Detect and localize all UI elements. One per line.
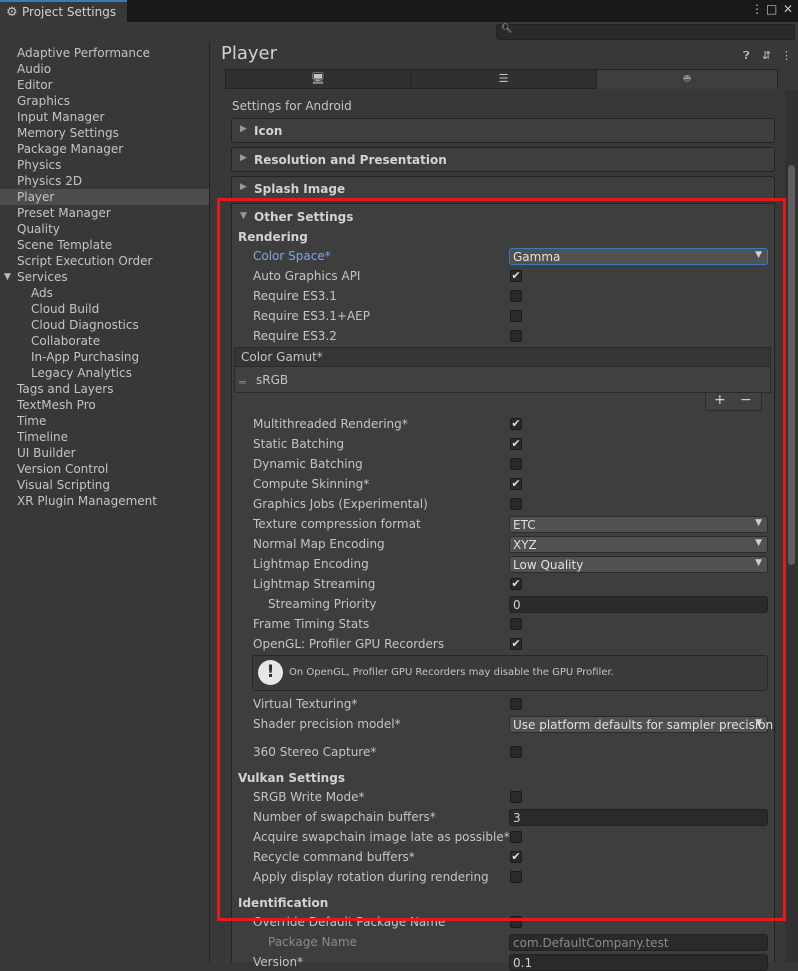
sidebar-item-cloud-build[interactable]: Cloud Build — [0, 301, 209, 317]
sidebar-item-graphics[interactable]: Graphics — [0, 93, 209, 109]
vertical-scrollbar[interactable] — [785, 90, 798, 962]
sidebar-item-label: Script Execution Order — [17, 254, 153, 268]
section-label: Resolution and Presentation — [254, 153, 447, 167]
sidebar-item-script-execution-order[interactable]: Script Execution Order — [0, 253, 209, 269]
collapsed-arrow-icon: ▶ — [240, 124, 247, 134]
sidebar-item-version-control[interactable]: Version Control — [0, 461, 209, 477]
sidebar-item-label: Adaptive Performance — [17, 46, 150, 60]
window-title: Project Settings — [22, 5, 117, 19]
sidebar-item-label: Services — [17, 270, 68, 284]
sidebar-item-label: Legacy Analytics — [31, 366, 132, 380]
sidebar-item-ui-builder[interactable]: UI Builder — [0, 445, 209, 461]
tab-server[interactable]: ☰ — [410, 69, 597, 89]
sidebar-item-label: Graphics — [17, 94, 70, 108]
scrollbar-thumb[interactable] — [788, 165, 795, 565]
sidebar-item-label: Preset Manager — [17, 206, 111, 220]
resolution-section-header[interactable]: ▶ Resolution and Presentation — [231, 147, 775, 172]
presets-icon[interactable]: ⇵ — [762, 49, 771, 62]
sidebar-item-player[interactable]: Player — [0, 189, 209, 205]
sidebar-item-cloud-diagnostics[interactable]: Cloud Diagnostics — [0, 317, 209, 333]
sidebar-item-preset-manager[interactable]: Preset Manager — [0, 205, 209, 221]
sidebar-item-label: Memory Settings — [17, 126, 119, 140]
magnifier-icon: 🔍︎ — [501, 24, 513, 34]
sidebar-item-textmesh-pro[interactable]: TextMesh Pro — [0, 397, 209, 413]
sidebar-item-label: Visual Scripting — [17, 478, 110, 492]
highlight-rectangle — [217, 198, 786, 921]
sidebar-item-label: Tags and Layers — [17, 382, 114, 396]
package-name-field[interactable]: com.DefaultCompany.test — [509, 934, 768, 951]
maximize-icon[interactable]: □ — [766, 2, 777, 16]
sidebar-item-label: Player — [17, 190, 55, 204]
sidebar-item-label: Cloud Diagnostics — [31, 318, 139, 332]
sidebar-item-label: Physics — [17, 158, 62, 172]
collapsed-arrow-icon: ▶ — [240, 153, 247, 163]
sidebar-item-legacy-analytics[interactable]: Legacy Analytics — [0, 365, 209, 381]
sidebar-item-in-app-purchasing[interactable]: In-App Purchasing — [0, 349, 209, 365]
sidebar-item-label: Editor — [17, 78, 53, 92]
sidebar-item-editor[interactable]: Editor — [0, 77, 209, 93]
field-value: 0.1 — [513, 956, 533, 970]
sidebar-item-label: Ads — [31, 286, 53, 300]
more-options-icon[interactable]: ⋮ — [751, 2, 763, 16]
field-value: com.DefaultCompany.test — [513, 936, 669, 950]
section-label: Icon — [254, 124, 283, 138]
sidebar-item-scene-template[interactable]: Scene Template — [0, 237, 209, 253]
sidebar-item-xr-plugin-management[interactable]: XR Plugin Management — [0, 493, 209, 509]
sidebar-item-label: Physics 2D — [17, 174, 83, 188]
sidebar-item-label: Package Manager — [17, 142, 124, 156]
sidebar-item-adaptive-performance[interactable]: Adaptive Performance — [0, 45, 209, 61]
sidebar-item-time[interactable]: Time — [0, 413, 209, 429]
sidebar-item-label: Version Control — [17, 462, 109, 476]
sidebar-item-visual-scripting[interactable]: Visual Scripting — [0, 477, 209, 493]
menu-icon[interactable]: ⋮ — [781, 49, 792, 62]
sidebar-item-physics[interactable]: Physics — [0, 157, 209, 173]
desktop-icon: 🖥︎ — [311, 72, 325, 85]
version-label: Version* — [253, 955, 304, 969]
platform-tabs: 🖥︎ ☰ 🤖︎ — [225, 69, 778, 89]
tab-standalone[interactable]: 🖥︎ — [225, 69, 411, 89]
sidebar-item-label: Collaborate — [31, 334, 101, 348]
server-icon: ☰ — [498, 72, 509, 85]
sidebar-item-label: Cloud Build — [31, 302, 100, 316]
sidebar-item-label: Audio — [17, 62, 52, 76]
sidebar-item-physics-2d[interactable]: Physics 2D — [0, 173, 209, 189]
sidebar-item-memory-settings[interactable]: Memory Settings — [0, 125, 209, 141]
close-icon[interactable]: ✕ — [783, 2, 793, 16]
sidebar-item-label: Timeline — [17, 430, 69, 444]
search-input[interactable]: 🔍︎ — [496, 24, 795, 40]
sidebar-item-tags-and-layers[interactable]: Tags and Layers — [0, 381, 209, 397]
sidebar-item-quality[interactable]: Quality — [0, 221, 209, 237]
sidebar-item-label: Quality — [17, 222, 60, 236]
sidebar-item-label: TextMesh Pro — [17, 398, 96, 412]
sidebar-item-label: UI Builder — [17, 446, 76, 460]
page-title: Player — [221, 43, 278, 64]
sidebar-item-label: Input Manager — [17, 110, 105, 124]
sidebar-item-label: Time — [17, 414, 47, 428]
window-tab[interactable]: ⚙ Project Settings — [0, 0, 127, 22]
package-name-label: Package Name — [268, 935, 357, 949]
sidebar-item-collaborate[interactable]: Collaborate — [0, 333, 209, 349]
sidebar-item-package-manager[interactable]: Package Manager — [0, 141, 209, 157]
sidebar-item-audio[interactable]: Audio — [0, 61, 209, 77]
version-field[interactable]: 0.1 — [509, 954, 768, 971]
sidebar-item-services[interactable]: ▼ Services — [0, 269, 209, 285]
sidebar-item-input-manager[interactable]: Input Manager — [0, 109, 209, 125]
sidebar-item-label: In-App Purchasing — [31, 350, 140, 364]
gear-icon: ⚙ — [6, 5, 18, 20]
expand-arrow-icon[interactable]: ▼ — [4, 269, 11, 285]
help-icon[interactable]: ❓︎ — [743, 49, 750, 63]
collapsed-arrow-icon: ▶ — [240, 182, 247, 192]
sidebar-item-label: Scene Template — [17, 238, 113, 252]
android-icon: 🤖︎ — [683, 72, 691, 85]
sidebar-item-label: XR Plugin Management — [17, 494, 157, 508]
sidebar: Adaptive Performance Audio Editor Graphi… — [0, 42, 210, 962]
sidebar-item-ads[interactable]: Ads — [0, 285, 209, 301]
tab-android[interactable]: 🤖︎ — [596, 69, 778, 89]
settings-for-label: Settings for Android — [232, 99, 352, 113]
icon-section-header[interactable]: ▶ Icon — [231, 118, 775, 143]
sidebar-item-timeline[interactable]: Timeline — [0, 429, 209, 445]
section-label: Splash Image — [254, 182, 346, 196]
